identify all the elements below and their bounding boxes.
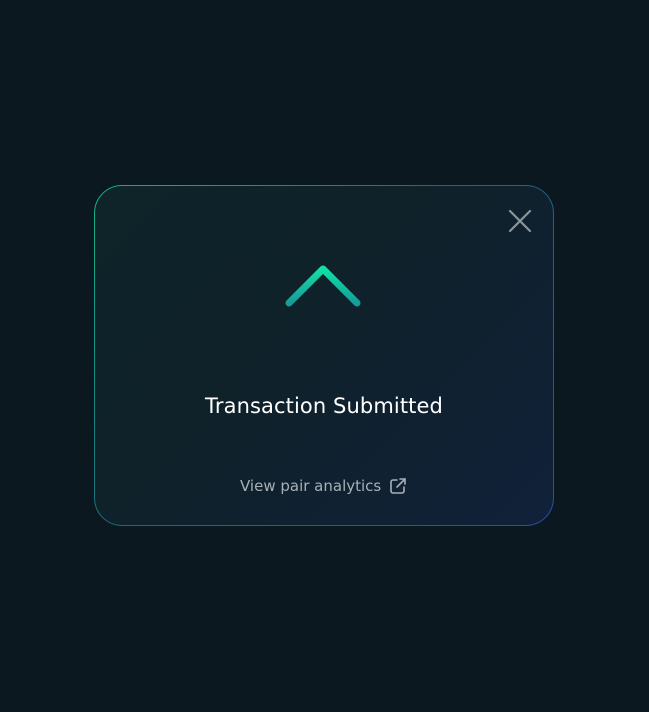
arrow-up-icon (283, 263, 363, 347)
transaction-submitted-dialog: Transaction Submitted View pair analytic… (94, 185, 554, 526)
close-button[interactable] (507, 208, 533, 234)
link-label: View pair analytics (240, 477, 382, 495)
dialog-body: Transaction Submitted View pair analytic… (95, 186, 553, 525)
dialog-title: Transaction Submitted (205, 394, 443, 418)
external-link-icon (389, 477, 407, 495)
view-pair-analytics-link[interactable]: View pair analytics (240, 476, 407, 496)
close-icon (508, 209, 532, 233)
